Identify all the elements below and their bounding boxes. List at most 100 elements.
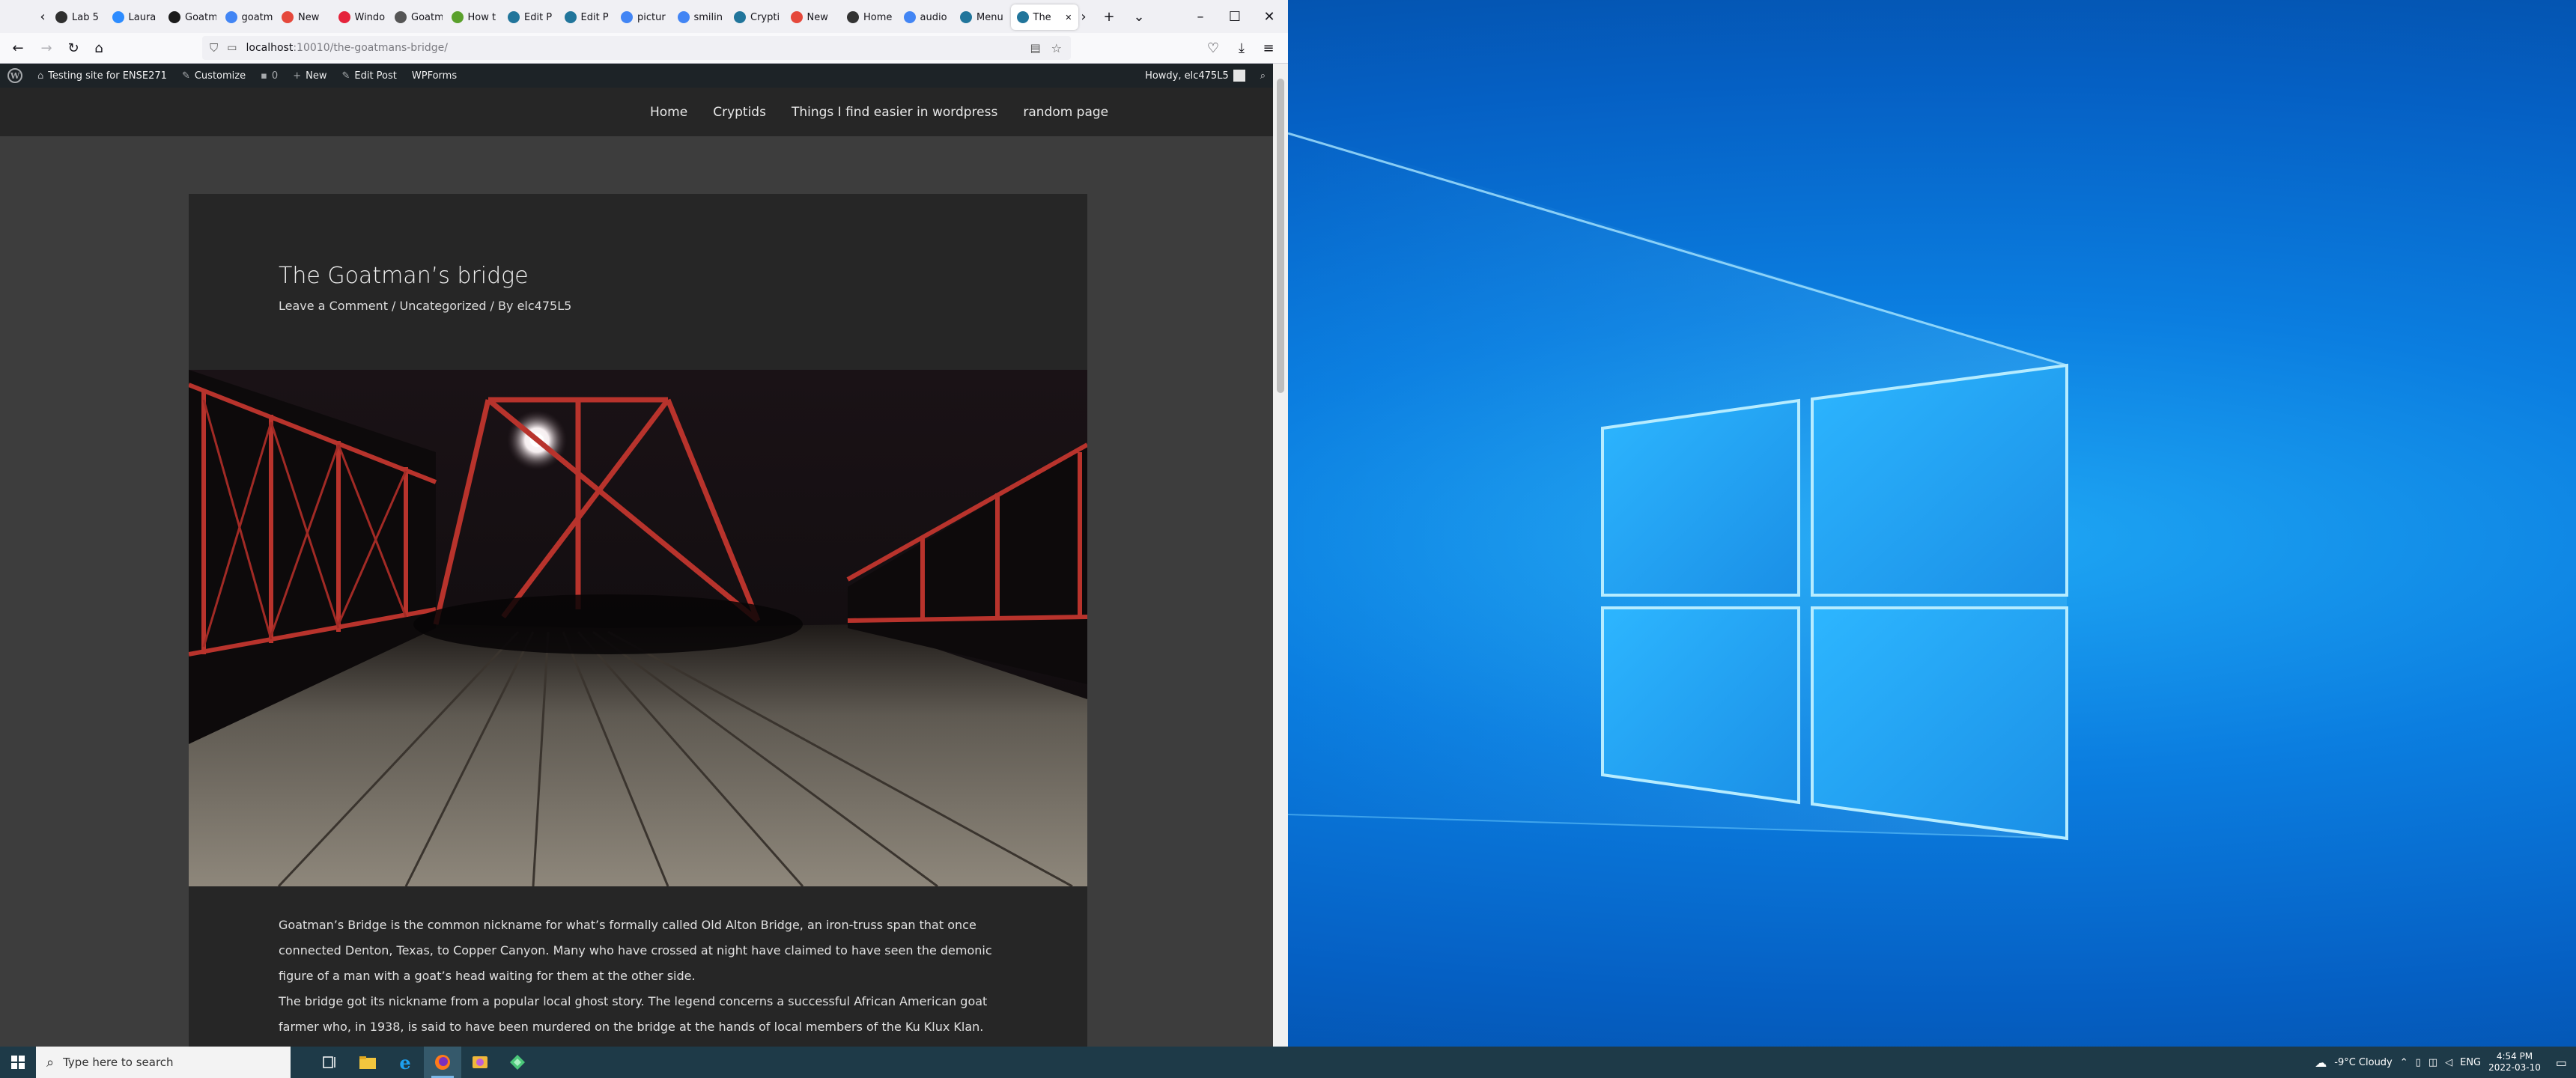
wordpress-icon <box>847 11 859 23</box>
local-app-icon[interactable] <box>499 1047 536 1078</box>
search-icon[interactable]: ⌕ <box>1253 64 1273 88</box>
opera-icon <box>338 11 350 23</box>
weather-icon[interactable]: ☁ <box>2315 1056 2327 1070</box>
admin-bar-customize[interactable]: ✎ Customize <box>174 64 253 88</box>
post-meta: Leave a Comment / Uncategorized / By elc… <box>279 299 571 313</box>
back-icon[interactable]: ← <box>7 37 28 58</box>
wordpress-icon <box>508 11 520 23</box>
browser-tab[interactable]: goatm <box>219 4 273 30</box>
edit-post-label: Edit Post <box>354 70 397 82</box>
browser-tab[interactable]: Laura <box>106 4 160 30</box>
browser-tab[interactable]: smilin <box>672 4 726 30</box>
volume-icon[interactable]: ◁ <box>2445 1057 2452 1068</box>
zoom-icon <box>112 11 124 23</box>
web-page: W ⌂ Testing site for ENSE271 ✎ Customize… <box>0 64 1273 1047</box>
tab-title: Goatm <box>185 11 216 23</box>
admin-bar-new[interactable]: + New <box>285 64 334 88</box>
wordpress-icon <box>734 11 746 23</box>
browser-tab[interactable]: Home <box>841 4 895 30</box>
browser-tab[interactable]: Edit P <box>559 4 613 30</box>
browser-tab[interactable]: Windo <box>332 4 386 30</box>
close-button[interactable]: ✕ <box>1258 6 1281 27</box>
tab-strip: ‹ Lab 5 Laura Goatm goatm New Windo Goatm How t… <box>0 0 1288 33</box>
google-icon <box>677 11 690 23</box>
main-navigation: Home Cryptids Things I find easier in wo… <box>650 88 1108 136</box>
wordpress-logo-icon[interactable]: W <box>0 64 30 88</box>
nav-item-home[interactable]: Home <box>650 105 687 120</box>
notifications-icon[interactable]: ▭ <box>2556 1056 2567 1070</box>
browser-tab[interactable]: Goatm <box>389 4 443 30</box>
close-tab-icon[interactable]: ✕ <box>1065 13 1072 22</box>
google-icon <box>903 11 916 23</box>
clock[interactable]: 4:54 PM 2022-03-10 <box>2488 1051 2541 1074</box>
app-menu-icon[interactable]: ≡ <box>1258 37 1279 58</box>
howdy-label: Howdy, elc475L5 <box>1145 70 1229 82</box>
show-hidden-icons-icon[interactable]: ⌃ <box>2400 1057 2408 1068</box>
category-link[interactable]: Uncategorized <box>400 299 487 313</box>
admin-bar-my-account[interactable]: Howdy, elc475L5 <box>1137 64 1253 88</box>
nav-item-random-page[interactable]: random page <box>1023 105 1108 120</box>
nav-item-cryptids[interactable]: Cryptids <box>713 105 766 120</box>
downloads-icon[interactable]: ⤓ <box>1231 37 1252 58</box>
browser-tab[interactable]: New <box>276 4 329 30</box>
browser-tab[interactable]: Edit P <box>502 4 556 30</box>
tab-title: The <box>1033 11 1051 23</box>
google-icon <box>225 11 237 23</box>
admin-bar-site-name[interactable]: ⌂ Testing site for ENSE271 <box>30 64 174 88</box>
weather-label[interactable]: -9°C Cloudy <box>2334 1057 2393 1068</box>
scrollbar-thumb[interactable] <box>1277 79 1284 393</box>
url-bar[interactable]: ⛉ ▭ localhost:10010/the-goatmans-bridge/… <box>202 36 1071 60</box>
clock-time: 4:54 PM <box>2496 1051 2533 1062</box>
tab-scroll-right-icon[interactable]: › <box>1072 6 1095 27</box>
tab-title: New <box>806 11 828 23</box>
tab-title: Menu <box>976 11 1003 23</box>
admin-bar-wpforms[interactable]: WPForms <box>404 64 464 88</box>
page-scrollbar[interactable] <box>1273 64 1288 1047</box>
photos-icon[interactable] <box>461 1047 499 1078</box>
browser-tab[interactable]: The ✕ <box>1010 4 1078 30</box>
minimize-button[interactable]: – <box>1189 6 1212 27</box>
file-explorer-icon[interactable] <box>349 1047 386 1078</box>
wp-admin-bar: W ⌂ Testing site for ENSE271 ✎ Customize… <box>0 64 1273 88</box>
wordpress-icon <box>1016 11 1029 23</box>
browser-tab[interactable]: Menu <box>954 4 1008 30</box>
taskbar-search-box[interactable]: ⌕ Type here to search <box>36 1047 291 1078</box>
bookmark-star-icon[interactable]: ☆ <box>1051 41 1062 55</box>
forward-icon[interactable]: → <box>36 37 57 58</box>
task-view-icon[interactable] <box>312 1047 349 1078</box>
page-info-icon[interactable]: ▭ <box>227 42 237 54</box>
browser-tab[interactable]: Crypti <box>728 4 782 30</box>
browser-tab[interactable]: Lab 5 <box>49 4 103 30</box>
svg-text:W: W <box>10 71 20 81</box>
battery-icon[interactable]: ▯ <box>2416 1057 2421 1068</box>
browser-tab[interactable]: How t <box>446 4 499 30</box>
admin-bar-edit-post[interactable]: ✎ Edit Post <box>334 64 404 88</box>
navigation-toolbar: ← → ↻ ⌂ ⛉ ▭ localhost:10010/the-goatmans… <box>0 33 1288 64</box>
post-paragraph: The bridge got its nickname from a popul… <box>279 994 988 1047</box>
browser-tab[interactable]: pictur <box>615 4 669 30</box>
firefox-icon[interactable] <box>424 1047 461 1078</box>
tab-title: Home <box>863 11 893 23</box>
reader-view-icon[interactable]: ▤ <box>1030 41 1040 55</box>
home-icon[interactable]: ⌂ <box>88 37 109 58</box>
new-tab-button[interactable]: + <box>1098 6 1120 27</box>
tracking-protection-icon[interactable]: ⛉ <box>210 41 218 55</box>
internet-explorer-icon[interactable]: e <box>386 1047 424 1078</box>
browser-tab[interactable]: New <box>785 4 839 30</box>
admin-bar-comments[interactable]: ▪ 0 <box>253 64 285 88</box>
pocket-icon[interactable]: ♡ <box>1203 37 1224 58</box>
network-icon[interactable]: ◫ <box>2428 1057 2437 1068</box>
browser-tab[interactable]: Goatm <box>162 4 216 30</box>
leave-comment-link[interactable]: Leave a Comment <box>279 299 388 313</box>
list-all-tabs-icon[interactable]: ⌄ <box>1128 6 1150 27</box>
comment-icon: ▪ <box>261 70 267 82</box>
language-indicator[interactable]: ENG <box>2460 1057 2481 1068</box>
start-button[interactable] <box>0 1047 36 1078</box>
reload-icon[interactable]: ↻ <box>63 37 84 58</box>
browser-tab[interactable]: audio <box>898 4 952 30</box>
maximize-button[interactable]: ☐ <box>1224 6 1246 27</box>
tab-title: How t <box>467 11 496 23</box>
tab-title: New <box>298 11 320 23</box>
author-link[interactable]: elc475L5 <box>517 299 572 313</box>
nav-item-things[interactable]: Things I find easier in wordpress <box>792 105 997 120</box>
